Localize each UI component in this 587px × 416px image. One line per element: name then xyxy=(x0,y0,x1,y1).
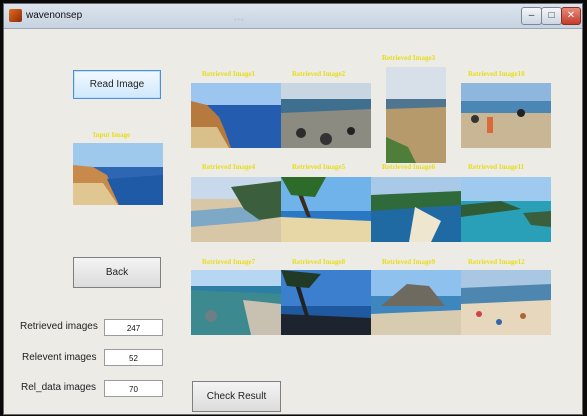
retrieved-image-11-caption: Retrieved Image11 xyxy=(468,163,525,171)
retrieved-image-2-caption: Retrieved Image2 xyxy=(292,70,346,78)
main-panel: Read Image Input Image Back Retrieved im… xyxy=(4,29,582,414)
retrieved-image-10-caption: Retrieved Image10 xyxy=(468,70,525,78)
retrieved-images-field[interactable]: 247 xyxy=(104,319,163,336)
app-window: wavenonsep ... – □ ✕ Read Image Input Im… xyxy=(3,3,583,415)
app-icon xyxy=(9,9,22,22)
relevant-images-label: Relevent images xyxy=(22,352,97,363)
retrieved-images-label: Retrieved images xyxy=(20,321,98,332)
retrieved-image-2 xyxy=(281,83,371,148)
maximize-button[interactable]: □ xyxy=(541,7,562,25)
retrieved-image-7 xyxy=(191,270,281,335)
retrieved-image-4-caption: Retrieved Image4 xyxy=(202,163,256,171)
retrieved-image-6-caption: Retrieved Image6 xyxy=(382,163,436,171)
blurred-title-text: ... xyxy=(234,12,245,22)
check-result-button[interactable]: Check Result xyxy=(192,381,281,412)
retrieved-image-8 xyxy=(281,270,371,335)
retrieved-image-4 xyxy=(191,177,281,242)
input-image xyxy=(73,143,163,205)
retrieved-image-8-caption: Retrieved Image8 xyxy=(292,258,346,266)
retrieved-image-11 xyxy=(461,177,551,242)
retrieved-image-3-caption: Retrieved Image3 xyxy=(382,54,436,62)
window-title: wavenonsep xyxy=(26,10,83,21)
retrieved-image-1-caption: Retrieved Image1 xyxy=(202,70,256,78)
retrieved-image-1 xyxy=(191,83,281,148)
read-image-button[interactable]: Read Image xyxy=(73,70,161,99)
retrieved-image-10 xyxy=(461,83,551,148)
back-button[interactable]: Back xyxy=(73,257,161,288)
retrieved-image-3 xyxy=(386,67,446,163)
retrieved-image-6 xyxy=(371,177,461,242)
retrieved-image-12-caption: Retrieved Image12 xyxy=(468,258,525,266)
title-bar: wavenonsep ... – □ ✕ xyxy=(4,4,582,29)
retrieved-image-5 xyxy=(281,177,371,242)
retrieved-image-7-caption: Retrieved Image7 xyxy=(202,258,256,266)
relevant-images-field[interactable]: 52 xyxy=(104,349,163,366)
minimize-button[interactable]: – xyxy=(521,7,542,25)
rel-data-images-label: Rel_data images xyxy=(21,382,97,393)
close-button[interactable]: ✕ xyxy=(561,7,581,25)
retrieved-image-9 xyxy=(371,270,461,335)
retrieved-image-9-caption: Retrieved Image9 xyxy=(382,258,436,266)
input-image-caption: Input Image xyxy=(93,131,131,139)
rel-data-images-field[interactable]: 70 xyxy=(104,380,163,397)
retrieved-image-5-caption: Retrieved Image5 xyxy=(292,163,346,171)
retrieved-image-12 xyxy=(461,270,551,335)
